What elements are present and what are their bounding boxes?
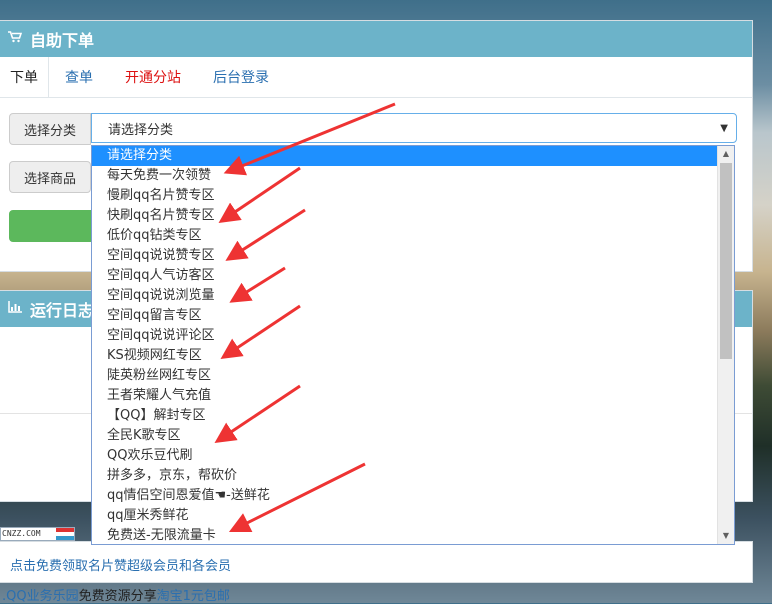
dropdown-option[interactable]: 慢刷qq名片赞专区 [92, 186, 734, 206]
cnzz-stats-badge[interactable]: CNZZ.COM [0, 527, 75, 541]
tab-open-substation[interactable]: 开通分站 [109, 57, 197, 97]
caret-down-icon: ▼ [720, 123, 728, 134]
tab-query-order[interactable]: 查单 [49, 57, 109, 97]
dropdown-option[interactable]: 空间qq说说赞专区 [92, 246, 734, 266]
cart-icon [8, 31, 23, 47]
log-panel-title: 运行日志 [30, 301, 95, 320]
cnzz-badge-text: CNZZ.COM [2, 529, 41, 538]
category-dropdown-list[interactable]: 请选择分类 每天免费一次领赞 慢刷qq名片赞专区 快刷qq名片赞专区 低价qq钻类专区空… [91, 145, 735, 545]
dropdown-option[interactable]: 每天免费一次领赞 [92, 166, 734, 186]
footer-text: 免费资源分享 [78, 589, 157, 604]
promo-panel: 点击免费领取名片赞超级会员和各会员 [0, 541, 753, 583]
dropdown-option[interactable]: 陡英粉丝网红专区 [92, 366, 734, 386]
dropdown-option[interactable]: 空间qq留言专区 [92, 306, 734, 326]
dropdown-option[interactable]: 全民K歌专区 [92, 426, 734, 446]
dropdown-option[interactable]: KS视频网红专区 [92, 346, 734, 366]
category-label: 选择分类 [9, 113, 91, 145]
dropdown-option[interactable]: qq厘米秀鲜花 [92, 506, 734, 526]
dropdown-option[interactable]: qq情侣空间恩爱值☚-送鲜花 [92, 486, 734, 506]
free-member-link[interactable]: 点击免费领取名片赞超级会员和各会员 [10, 555, 231, 574]
dropdown-option[interactable]: 快刷qq名片赞专区 [92, 206, 734, 226]
dropdown-options: 请选择分类 每天免费一次领赞 慢刷qq名片赞专区 快刷qq名片赞专区 低价qq钻类专区空… [92, 146, 734, 544]
category-select-value: 请选择分类 [108, 122, 174, 138]
dropdown-scrollbar[interactable]: ▲ ▼ [717, 146, 734, 544]
dropdown-option[interactable]: 空间qq说说评论区 [92, 326, 734, 346]
scroll-up-icon[interactable]: ▲ [718, 146, 734, 162]
dropdown-option[interactable]: 王者荣耀人气充值 [92, 386, 734, 406]
dropdown-option[interactable]: 空间qq说说浏览量 [92, 286, 734, 306]
dropdown-option[interactable]: 低价qq钻类专区 [92, 226, 734, 246]
category-row: 选择分类 请选择分类 ▼ [9, 113, 737, 145]
scroll-down-icon[interactable]: ▼ [718, 528, 734, 544]
dropdown-option[interactable]: 拼多多，京东，帮砍价 [92, 466, 734, 486]
order-tabs: 下单 查单 开通分站 后台登录 [0, 57, 752, 98]
product-row: 选择商品 [9, 161, 91, 193]
dropdown-option[interactable]: 【QQ】解封专区 [92, 406, 734, 426]
order-panel-header: 自助下单 [0, 21, 752, 57]
scrollbar-thumb[interactable] [720, 163, 732, 359]
dropdown-option[interactable]: QQ欢乐豆代刷 [92, 446, 734, 466]
tab-admin-login[interactable]: 后台登录 [197, 57, 285, 97]
tab-order[interactable]: 下单 [0, 57, 49, 97]
dropdown-option[interactable]: 免费送-无限流量卡 [92, 526, 734, 544]
dropdown-option[interactable]: 请选择分类 [92, 146, 734, 166]
cnzz-flag-icon [56, 528, 74, 540]
taobao-link[interactable]: 淘宝1元包邮 [157, 589, 230, 604]
category-select[interactable]: 请选择分类 ▼ [91, 113, 737, 143]
footer-links: .QQ业务乐园免费资源分享淘宝1元包邮 [2, 585, 230, 604]
qq-business-link[interactable]: .QQ业务乐园 [2, 589, 79, 604]
dropdown-option[interactable]: 空间qq人气访客区 [92, 266, 734, 286]
order-panel-title: 自助下单 [30, 31, 95, 50]
product-label: 选择商品 [9, 161, 91, 193]
bar-chart-icon [8, 301, 22, 317]
